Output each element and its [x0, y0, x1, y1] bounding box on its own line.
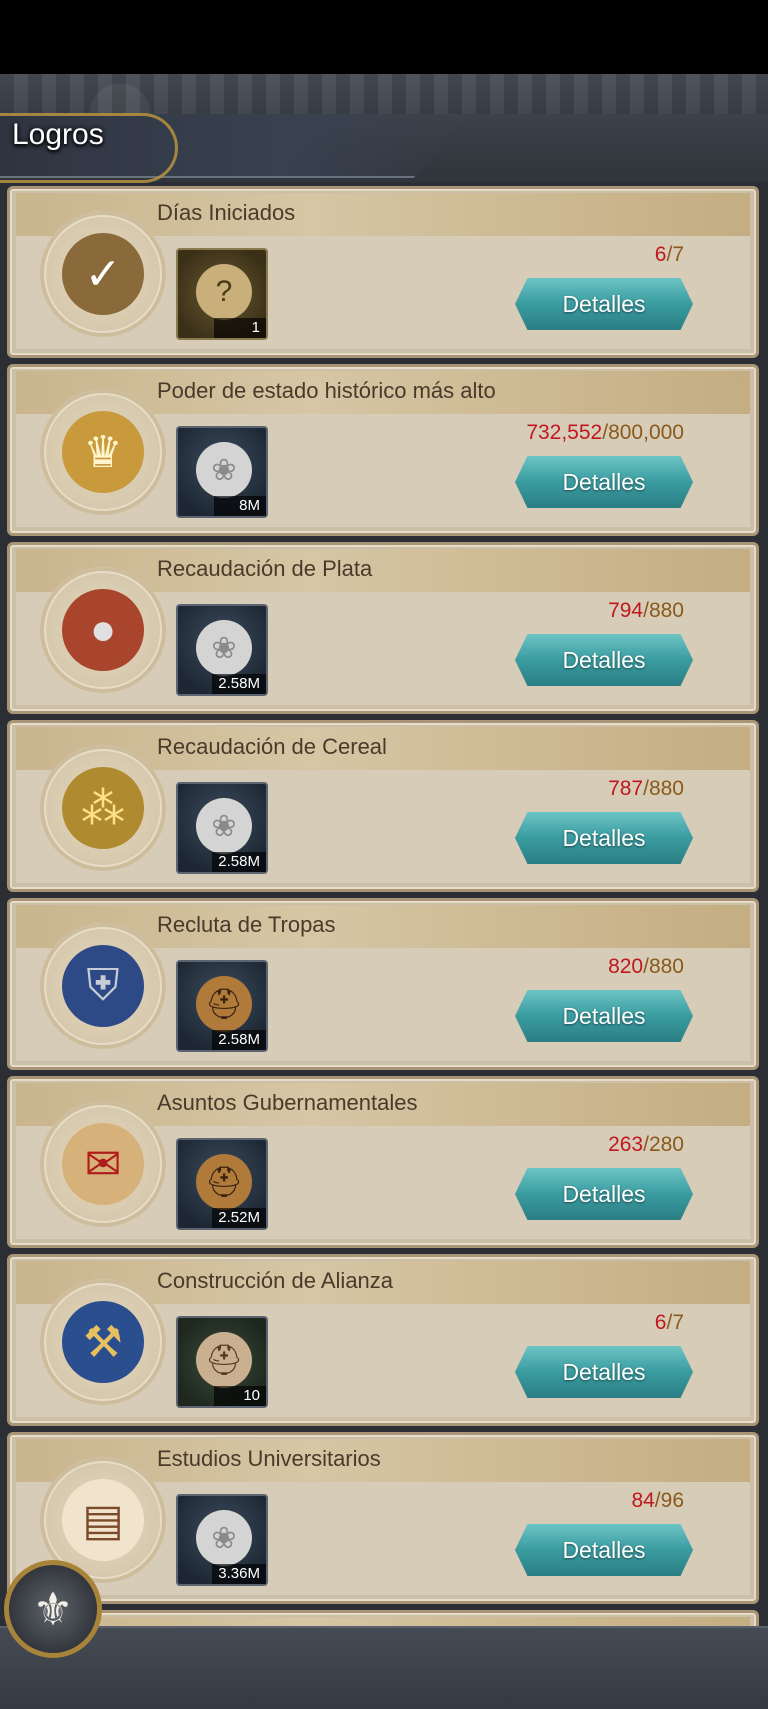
scroll-question-icon: ?: [196, 264, 252, 320]
silver-coin-icon: ❀: [196, 798, 252, 854]
reward-count: 2.58M: [212, 852, 266, 872]
details-button[interactable]: Detalles: [515, 278, 693, 330]
knight-helmet-icon: ⛑: [196, 1154, 252, 1210]
progress-max: 880: [648, 955, 684, 978]
achievement-card: Recaudación de Cereal ⁂ ❀ 2.58M 787/880 …: [7, 720, 759, 892]
reward-count: 2.52M: [212, 1208, 266, 1228]
details-button[interactable]: Detalles: [515, 634, 693, 686]
sealed-letter-icon: ✉: [62, 1123, 144, 1205]
reward-item[interactable]: ⛑ 10: [176, 1316, 268, 1408]
progress-current: 732,552: [526, 421, 603, 444]
reward-item[interactable]: ⛑ 2.58M: [176, 960, 268, 1052]
reward-item[interactable]: ⛑ 2.52M: [176, 1138, 268, 1230]
back-button[interactable]: ⚜: [4, 1560, 102, 1658]
details-button[interactable]: Detalles: [515, 990, 693, 1042]
progress-max: 880: [648, 777, 684, 800]
card-titlebar: [16, 1617, 750, 1626]
achievement-medallion: ⚒: [40, 1279, 166, 1405]
page-title: Logros: [12, 118, 104, 151]
reward-item[interactable]: ? 1: [176, 248, 268, 340]
details-button[interactable]: Detalles: [515, 456, 693, 508]
open-book-icon: ▤: [62, 1479, 144, 1561]
achievement-progress: 84/96: [631, 1489, 684, 1512]
achievement-progress: 6/7: [654, 243, 684, 266]
achievement-card: Construcción de Alianza ⚒ ⛑ 10 6/7 Detal…: [7, 1254, 759, 1426]
achievement-medallion: ⁂: [40, 745, 166, 871]
progress-current: 794: [608, 599, 644, 622]
fleur-de-lis-icon: ⚜: [32, 1583, 74, 1635]
achievement-progress: 732,552/800,000: [526, 421, 684, 444]
achievement-progress: 263/280: [608, 1133, 684, 1156]
achievement-card: Recaudación de Plata ● ❀ 2.58M 794/880 D…: [7, 542, 759, 714]
achievement-title: Asuntos Gubernamentales: [157, 1090, 418, 1115]
progress-max: 800,000: [608, 421, 684, 444]
progress-current: 787: [608, 777, 644, 800]
silver-coin-icon: ❀: [196, 442, 252, 498]
progress-max: 7: [672, 1311, 684, 1334]
crown-icon: ♛: [62, 411, 144, 493]
progress-max: 7: [672, 243, 684, 266]
progress-max: 280: [648, 1133, 684, 1156]
progress-current: 263: [608, 1133, 644, 1156]
achievement-progress: 794/880: [608, 599, 684, 622]
reward-item[interactable]: ❀ 3.36M: [176, 1494, 268, 1586]
reward-count: 3.36M: [212, 1564, 266, 1584]
achievement-card: Recluta de Tropas ⛨ ⛑ 2.58M 820/880 Deta…: [7, 898, 759, 1070]
progress-current: 820: [608, 955, 644, 978]
progress-current: 84: [631, 1489, 655, 1512]
achievement-progress: 6/7: [654, 1311, 684, 1334]
progress-max: 880: [648, 599, 684, 622]
achievement-title: Construcción de Alianza: [157, 1268, 394, 1293]
header-pattern: [0, 74, 768, 114]
coin-sack-icon: ●: [62, 589, 144, 671]
details-button[interactable]: Detalles: [515, 1524, 693, 1576]
reward-count: 2.58M: [212, 674, 266, 694]
soldiers-icon: ⛨: [62, 945, 144, 1027]
bottom-bar: [0, 1626, 768, 1709]
helmet-scroll-icon: ⛑: [196, 1332, 252, 1388]
reward-count: 2.58M: [212, 1030, 266, 1050]
progress-max: 96: [660, 1489, 684, 1512]
reward-item[interactable]: ❀ 2.58M: [176, 782, 268, 874]
status-bar: [0, 0, 768, 74]
achievement-title: Recluta de Tropas: [157, 912, 336, 937]
achievement-title: Poder de estado histórico más alto: [157, 378, 496, 403]
achievement-card: Poder de estado histórico más alto ♛ ❀ 8…: [7, 364, 759, 536]
silver-coin-icon: ❀: [196, 620, 252, 676]
progress-current: 6: [654, 1311, 667, 1334]
achievement-medallion: ⛨: [40, 923, 166, 1049]
progress-current: 6: [654, 243, 667, 266]
alliance-banner-icon: ⚒: [62, 1301, 144, 1383]
achievement-medallion: ✉: [40, 1101, 166, 1227]
details-button[interactable]: Detalles: [515, 1168, 693, 1220]
details-button[interactable]: Detalles: [515, 1346, 693, 1398]
achievement-progress: 820/880: [608, 955, 684, 978]
reward-count: 10: [214, 1386, 266, 1406]
achievement-medallion: ●: [40, 567, 166, 693]
achievement-medallion: ✓: [40, 211, 166, 337]
achievement-card: Estudios Universitarios ▤ ❀ 3.36M 84/96 …: [7, 1432, 759, 1604]
achievement-card: Asuntos Gubernamentales ✉ ⛑ 2.52M 263/28…: [7, 1076, 759, 1248]
reward-item[interactable]: ❀ 2.58M: [176, 604, 268, 696]
silver-coin-icon: ❀: [196, 1510, 252, 1566]
achievement-title: Recaudación de Plata: [157, 556, 373, 581]
reward-count: 8M: [214, 496, 266, 516]
achievement-title: Recaudación de Cereal: [157, 734, 387, 759]
contract-checkmark-icon: ✓: [62, 233, 144, 315]
wheat-cart-icon: ⁂: [62, 767, 144, 849]
achievement-card: [7, 1610, 759, 1626]
reward-item[interactable]: ❀ 8M: [176, 426, 268, 518]
achievement-medallion: ♛: [40, 389, 166, 515]
achievement-card: Días Iniciados ✓ ? 1 6/7 Detalles: [7, 186, 759, 358]
achievements-list[interactable]: Días Iniciados ✓ ? 1 6/7 Detalles Poder …: [0, 186, 768, 1626]
reward-count: 1: [214, 318, 266, 338]
achievement-title: Estudios Universitarios: [157, 1446, 381, 1471]
details-button[interactable]: Detalles: [515, 812, 693, 864]
knight-helmet-icon: ⛑: [196, 976, 252, 1032]
achievement-progress: 787/880: [608, 777, 684, 800]
achievement-title: Días Iniciados: [157, 200, 296, 225]
